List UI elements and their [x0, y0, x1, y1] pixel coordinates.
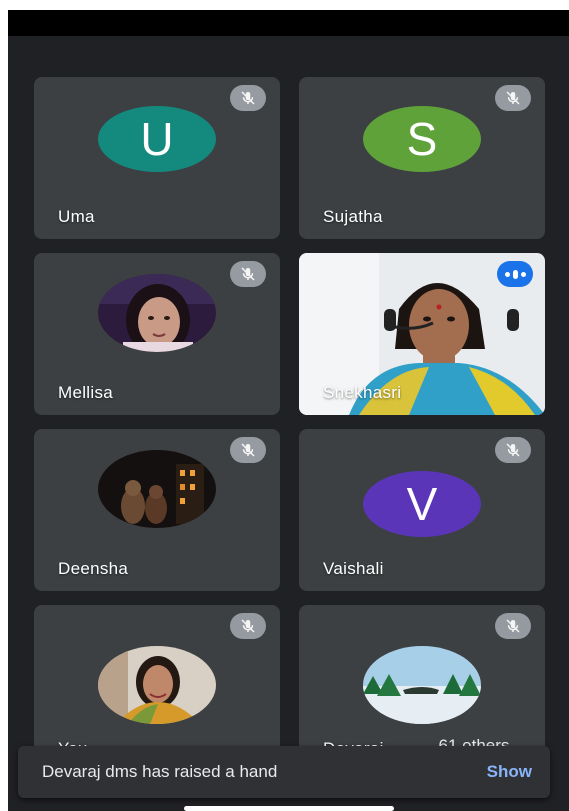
mic-off-icon — [495, 437, 531, 463]
mic-off-icon — [495, 85, 531, 111]
avatar: U — [98, 105, 216, 172]
home-indicator — [184, 806, 394, 811]
participant-name: Mellisa — [58, 383, 114, 402]
participant-tile-mellisa[interactable]: Mellisa — [34, 253, 280, 415]
participant-name: Deensha — [58, 559, 129, 578]
participant-name: Sujatha — [323, 207, 383, 226]
top-border — [0, 0, 569, 10]
mic-off-icon — [495, 613, 531, 639]
participant-name: Snekhasri — [323, 383, 402, 402]
participant-tile-vaishali[interactable]: V Vaishali — [299, 429, 545, 591]
mic-off-icon — [230, 437, 266, 463]
mic-off-icon — [230, 613, 266, 639]
mic-off-icon — [230, 261, 266, 287]
participant-name: Vaishali — [323, 559, 384, 578]
participant-tile-sujatha[interactable]: S Sujatha — [299, 77, 545, 239]
avatar — [98, 645, 216, 724]
participant-grid: U Uma S Sujatha Mellisa Snekhasri Deensh… — [8, 36, 569, 811]
participant-name: Uma — [58, 207, 95, 226]
participant-tile-devaraj[interactable]: Devaraj — [299, 605, 545, 753]
show-button[interactable]: Show — [487, 762, 532, 782]
participant-tile-deensha[interactable]: Deensha — [34, 429, 280, 591]
avatar: V — [363, 470, 481, 537]
participant-tile-snekhasri[interactable]: Snekhasri — [299, 253, 545, 415]
raised-hand-toast: Devaraj dms has raised a hand Show — [18, 746, 550, 798]
status-bar — [8, 10, 569, 36]
left-border — [0, 0, 8, 811]
mic-off-icon — [230, 85, 266, 111]
speaking-indicator-icon — [497, 261, 533, 287]
participant-tile-you[interactable]: You — [34, 605, 280, 753]
toast-message: Devaraj dms has raised a hand — [42, 762, 278, 781]
participant-tile-uma[interactable]: U Uma — [34, 77, 280, 239]
avatar: S — [363, 105, 481, 172]
avatar — [98, 273, 216, 352]
avatar — [98, 449, 216, 528]
avatar — [363, 645, 481, 724]
